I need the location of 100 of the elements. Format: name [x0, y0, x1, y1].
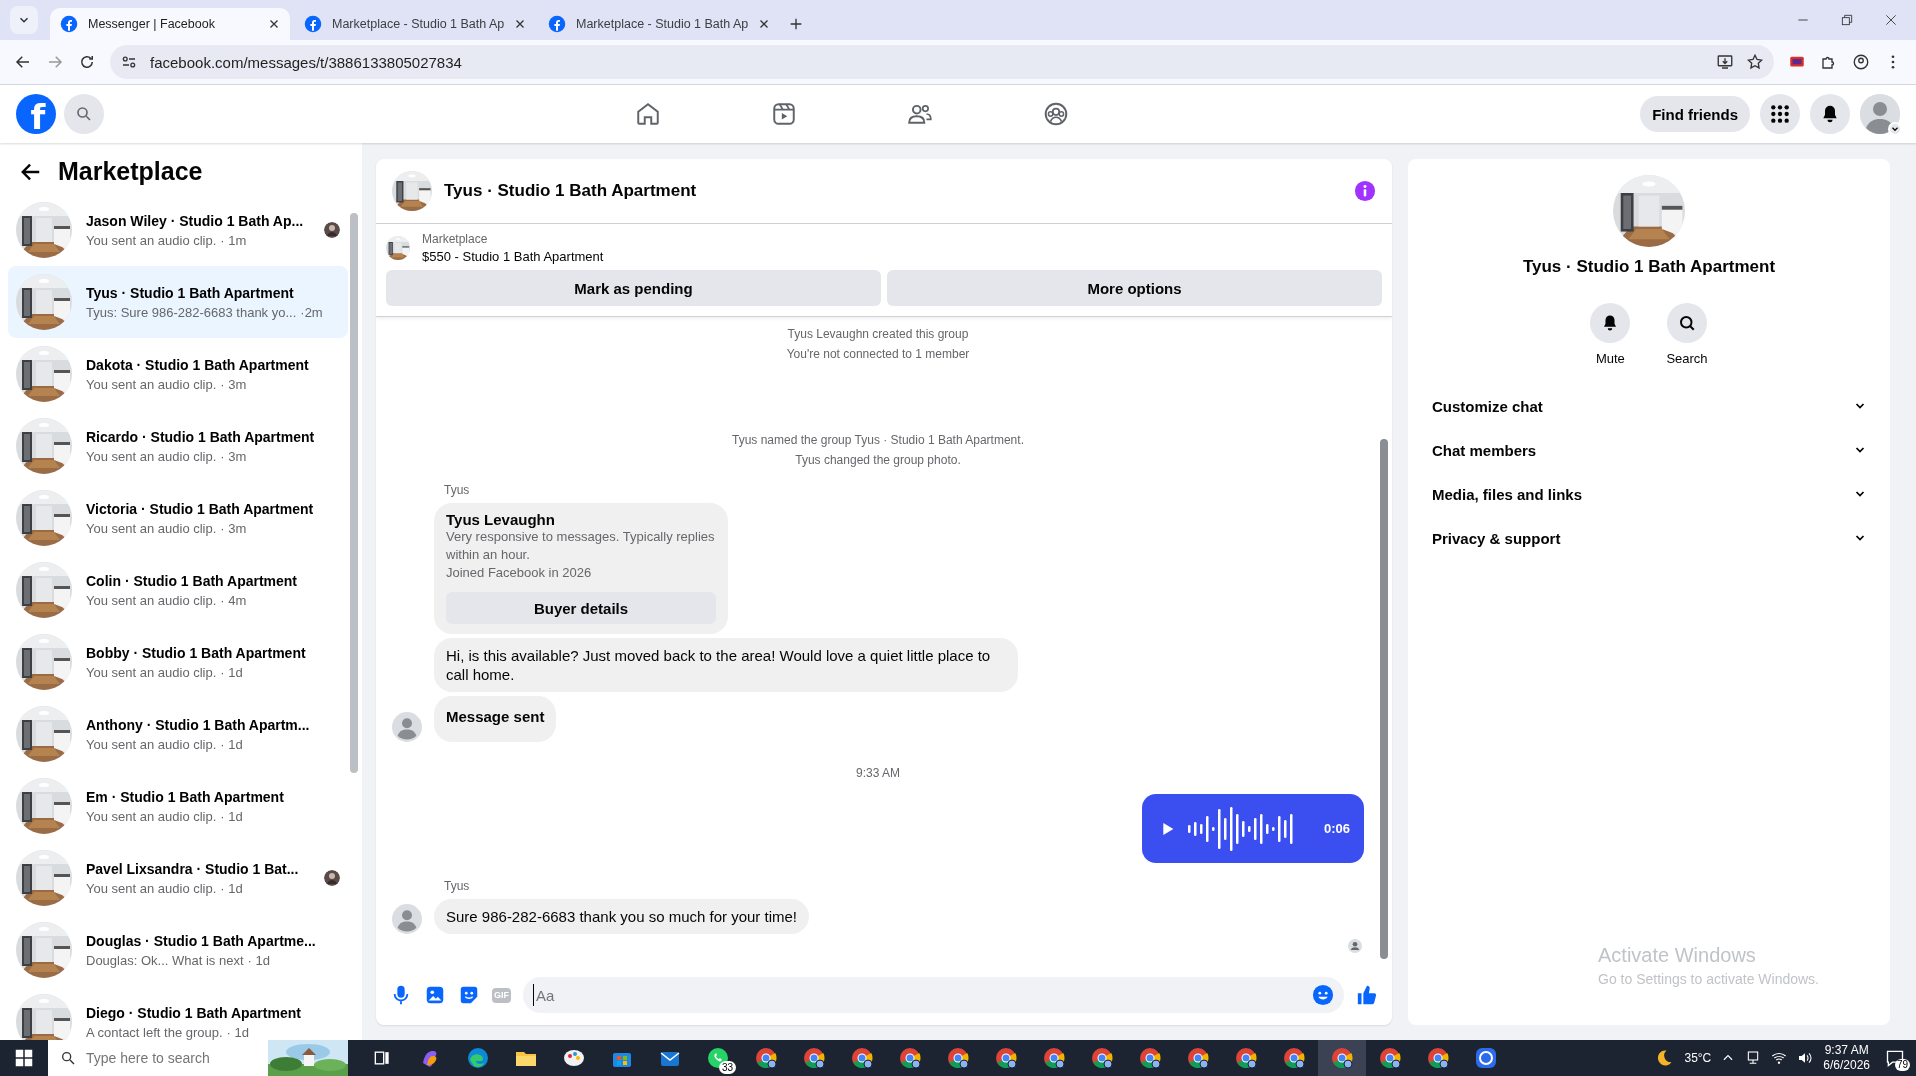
chrome-icon [802, 1046, 826, 1070]
account-button[interactable] [1860, 94, 1900, 134]
find-friends-button[interactable]: Find friends [1640, 96, 1750, 132]
chrome-icon [1378, 1046, 1402, 1070]
notification-count: 79 [1894, 1059, 1910, 1071]
conversation-item[interactable]: Colin · Studio 1 Bath Apartment You sent an audio clip. · 4m [8, 554, 348, 626]
thumbs-up-icon[interactable] [1356, 984, 1378, 1006]
chrome-icon [898, 1046, 922, 1070]
conversation-item[interactable]: Anthony · Studio 1 Bath Apartm... You sent an audio clip. · 1d [8, 698, 348, 770]
chrome-icon [1090, 1046, 1114, 1070]
wifi-icon[interactable] [1771, 1050, 1788, 1066]
chrome-icon [1138, 1046, 1162, 1070]
image-icon[interactable] [424, 984, 446, 1006]
system-message: Tyus changed the group photo. [795, 453, 961, 467]
back-icon[interactable] [14, 53, 32, 71]
sidebar-title: Marketplace [58, 157, 203, 186]
settings-section[interactable]: Media, files and links [1422, 472, 1876, 516]
buyer-details-button[interactable]: Buyer details [446, 592, 716, 624]
weather-temperature[interactable]: 35°C [1684, 1051, 1712, 1065]
taskbar-app[interactable]: 33 [694, 1040, 742, 1076]
chrome-icon [1330, 1046, 1354, 1070]
conversation-item[interactable]: Em · Studio 1 Bath Apartment You sent an audio clip. · 1d [8, 770, 348, 842]
chrome-icon [994, 1046, 1018, 1070]
messenger-app-icon [1474, 1046, 1498, 1070]
chrome-icon [850, 1046, 874, 1070]
conversation-item[interactable]: Tyus · Studio 1 Bath Apartment Tyus: Sure 986-282-6683 thank yo... ·2m [8, 266, 348, 338]
chrome-icon [1186, 1046, 1210, 1070]
address-bar[interactable]: facebook.com/messages/t/3886133805027834 [110, 45, 1774, 79]
forward-icon[interactable] [46, 53, 64, 71]
conversation-item[interactable]: Pavel Lixsandra · Studio 1 Bat... You sent an audio clip. · 1d [8, 842, 348, 914]
facebook-logo[interactable]: f [16, 94, 56, 134]
message-input[interactable]: Aa [533, 984, 1304, 1006]
chrome-icon [946, 1046, 970, 1070]
conversation-time: · 1d [220, 880, 243, 896]
message-bubble: Hi, is this available? Just moved back to the area! Would love a quiet little place to call home. [434, 638, 1018, 692]
conversation-item[interactable]: Victoria · Studio 1 Bath Apartment You sent an audio clip. · 3m [8, 482, 348, 554]
sticker-icon[interactable] [458, 984, 480, 1006]
conversation-time: · 3m [220, 376, 247, 392]
conversation-time: · 3m [220, 520, 247, 536]
activation-hint: Go to Settings to activate Windows. [1598, 971, 1819, 987]
listing-label: Marketplace [422, 232, 489, 246]
conversation-item[interactable]: Dakota · Studio 1 Bath Apartment You sent an audio clip. · 3m [8, 338, 348, 410]
new-tab-icon[interactable] [788, 16, 804, 32]
audio-message[interactable]: 0:06 [1142, 794, 1364, 863]
conversation-preview: You sent an audio clip. [86, 808, 217, 824]
close-icon [514, 18, 527, 30]
conversation-item[interactable]: Bobby · Studio 1 Bath Apartment You sent an audio clip. · 1d [8, 626, 348, 698]
menu-button[interactable] [1760, 94, 1800, 134]
settings-section[interactable]: Privacy & support [1422, 516, 1876, 560]
activation-notice: Activate Windows [1598, 944, 1757, 967]
sender-name: Tyus [444, 483, 471, 497]
conversation-item[interactable]: Jason Wiley · Studio 1 Bath Ap... You sent an audio clip. · 1m [8, 194, 348, 266]
taskbar-search-box[interactable]: Type here to search [48, 1040, 348, 1076]
conversation-name: Pavel Lixsandra · Studio 1 Bat... [86, 860, 300, 877]
conversation-preview: Douglas: Ok... What is next [86, 952, 244, 968]
clock-time[interactable]: 9:37 AM [1824, 1043, 1869, 1058]
reload-icon[interactable] [78, 53, 96, 71]
conversation-name: Colin · Studio 1 Bath Apartment [86, 572, 299, 589]
close-icon[interactable] [1884, 13, 1898, 27]
conversation-time: · 1d [220, 736, 243, 752]
install-icon[interactable] [1716, 53, 1734, 71]
conversation-time: · 4m [220, 592, 247, 608]
taskbar-search[interactable]: Type here to search [86, 1050, 236, 1066]
clock-date[interactable]: 6/6/2026 [1823, 1058, 1870, 1073]
search-icon [75, 105, 93, 123]
info-icon[interactable] [1354, 180, 1376, 202]
conversation-item[interactable]: Douglas · Studio 1 Bath Apartme... Douglas: Ok... What is next · 1d [8, 914, 348, 986]
browser-tab[interactable]: Marketplace - Studio 1 Bath Ap [294, 8, 534, 40]
listing-action-button[interactable]: More options [887, 270, 1382, 306]
browser-tab[interactable]: Marketplace - Studio 1 Bath Ap [538, 8, 778, 40]
home-icon [635, 101, 662, 127]
profile-name: Tyus Levaughn [446, 511, 556, 528]
browser-tab[interactable]: Messenger | Facebook [50, 8, 290, 40]
conversation-preview: You sent an audio clip. [86, 592, 217, 608]
conversation-name: Ricardo · Studio 1 Bath Apartment [86, 428, 316, 445]
restore-icon[interactable] [1840, 13, 1854, 27]
conversation-preview: You sent an audio clip. [86, 448, 217, 464]
star-icon[interactable] [1746, 53, 1764, 71]
search-icon [1678, 314, 1696, 332]
profile-icon[interactable] [1852, 53, 1870, 71]
conversation-time: · 1m [220, 232, 247, 248]
conversation-time: · 1d [247, 952, 270, 968]
settings-section[interactable]: Customize chat [1422, 384, 1876, 428]
conversation-time: ·2m [300, 304, 323, 320]
emoji-icon[interactable] [1312, 984, 1334, 1006]
chat-title: Tyus · Studio 1 Bath Apartment [444, 181, 698, 201]
conversation-time: · 1d [220, 664, 243, 680]
chrome-icon [1426, 1046, 1450, 1070]
facebook-icon [548, 15, 566, 33]
conversation-item[interactable]: Ricardo · Studio 1 Bath Apartment You sent an audio clip. · 3m [8, 410, 348, 482]
chrome-icon [1282, 1046, 1306, 1070]
message-field[interactable]: Aa [523, 977, 1344, 1013]
listing-action-button[interactable]: Mark as pending [386, 270, 881, 306]
volume-icon[interactable] [1797, 1050, 1814, 1066]
app-badge: 33 [718, 1061, 736, 1074]
notifications-button[interactable] [1810, 94, 1850, 134]
chrome-icon [754, 1046, 778, 1070]
conversation-time: · 1d [226, 1024, 249, 1040]
settings-section[interactable]: Chat members [1422, 428, 1876, 472]
search-button[interactable] [64, 94, 104, 134]
